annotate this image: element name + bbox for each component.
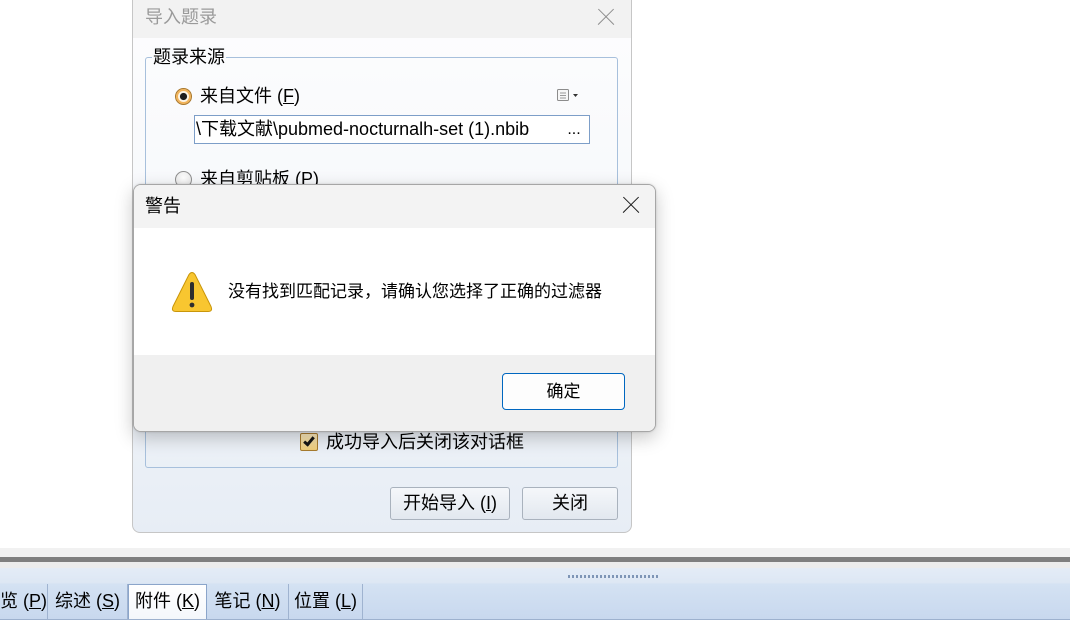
- tab-label: 位置 (L): [293, 591, 357, 611]
- tab-location[interactable]: 位置 (L): [289, 584, 363, 619]
- from-file-label: 来自文件 (F): [200, 86, 300, 106]
- mnemonic-key: I: [485, 493, 491, 513]
- source-group-label: 题录来源: [152, 46, 226, 68]
- panel-content-edge: [0, 619, 1070, 623]
- close-on-success-checkbox[interactable]: [300, 433, 318, 451]
- detail-tabs: 览 (P) 综述 (S) 附件 (K) 笔记 (N) 位置 (L): [0, 584, 1070, 619]
- import-dialog-titlebar[interactable]: 导入题录: [133, 0, 631, 38]
- mnemonic-key: L: [340, 591, 351, 611]
- warning-dialog-title: 警告: [145, 196, 181, 216]
- warning-dialog-body: 没有找到匹配记录，请确认您选择了正确的过滤器: [134, 228, 655, 355]
- mnemonic-key: N: [261, 591, 275, 611]
- warning-message: 没有找到匹配记录，请确认您选择了正确的过滤器: [228, 282, 602, 301]
- tab-attachments[interactable]: 附件 (K): [128, 584, 207, 619]
- import-dialog-title: 导入题录: [145, 7, 217, 27]
- file-path-value[interactable]: \下载文献\pubmed-nocturnalh-set (1).nbib: [195, 116, 559, 143]
- warning-dialog: 警告 没有找到匹配记录，请确认您选择了正确的过滤器 确定: [133, 184, 656, 432]
- mnemonic-key: K: [181, 591, 194, 611]
- close-on-success-option[interactable]: 成功导入后关闭该对话框: [300, 431, 524, 453]
- warning-dialog-titlebar[interactable]: 警告: [134, 185, 655, 228]
- splitter-grip-icon[interactable]: [568, 575, 658, 578]
- browse-button[interactable]: ...: [559, 116, 589, 143]
- close-on-success-label: 成功导入后关闭该对话框: [326, 432, 524, 452]
- file-path-field[interactable]: \下载文献\pubmed-nocturnalh-set (1).nbib ...: [194, 115, 590, 144]
- close-icon[interactable]: [623, 197, 639, 213]
- panel-splitter-top: [0, 548, 1070, 557]
- close-button[interactable]: 关闭: [522, 487, 618, 520]
- document-dropdown-icon[interactable]: [556, 88, 580, 102]
- tab-summary[interactable]: 综述 (S): [48, 584, 128, 619]
- mnemonic-key: F: [283, 86, 294, 106]
- warning-icon: [171, 270, 213, 313]
- warning-dialog-footer: 确定: [134, 355, 655, 431]
- from-file-radio[interactable]: [175, 87, 192, 105]
- tab-label: 综述 (S): [54, 591, 120, 611]
- tab-preview[interactable]: 览 (P): [0, 584, 48, 619]
- from-file-radio-option[interactable]: 来自文件 (F): [175, 85, 300, 107]
- check-icon: [303, 434, 315, 447]
- detail-panel-header: 览 (P) 综述 (S) 附件 (K) 笔记 (N) 位置 (L): [0, 568, 1070, 623]
- ok-button[interactable]: 确定: [502, 373, 625, 410]
- tab-label: 览 (P): [0, 591, 48, 611]
- tab-label: 笔记 (N): [214, 591, 281, 611]
- tab-notes[interactable]: 笔记 (N): [207, 584, 289, 619]
- mnemonic-key: S: [101, 591, 114, 611]
- start-import-button[interactable]: 开始导入 (I): [390, 487, 510, 520]
- tab-label: 附件 (K): [134, 591, 200, 611]
- close-icon[interactable]: [598, 9, 614, 25]
- mnemonic-key: P: [29, 591, 42, 611]
